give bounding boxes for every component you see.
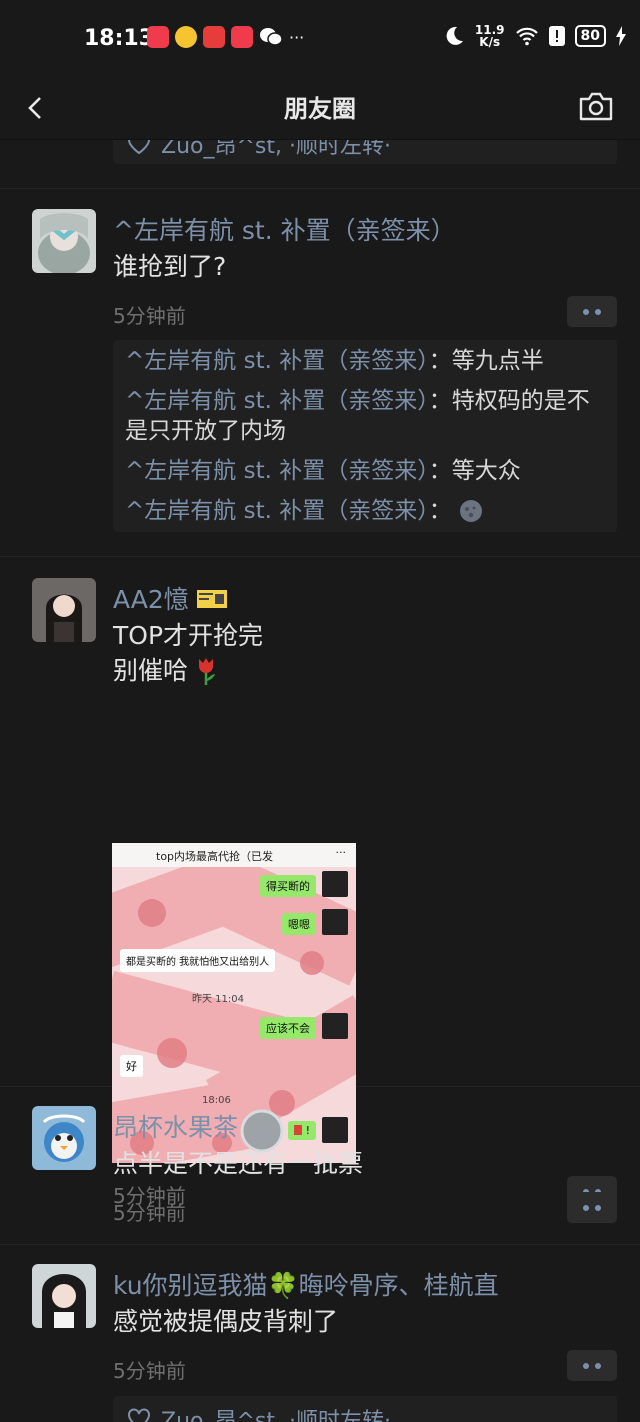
- moon-icon: [446, 26, 463, 45]
- page-title: 朋友圈: [284, 95, 356, 123]
- chat-avatar: [322, 909, 348, 935]
- chat-avatar: [322, 871, 348, 897]
- likes-names[interactable]: Zuo_昂^st, ·顺时左转·: [161, 140, 391, 160]
- post-time: 5分钟前: [113, 304, 186, 328]
- net-speed-unit: K/s: [479, 35, 501, 49]
- chat-bubble-received: 好: [120, 1055, 143, 1077]
- chat-avatar: [322, 1013, 348, 1039]
- moment-post: ku你别逗我猫🍀晦呤骨序、桂航直 感觉被提偶皮背刺了 5分钟前 Zuo_昂^st…: [0, 1245, 640, 1422]
- moments-feed[interactable]: Zuo_昂^st, ·顺时左转· ^左岸有航 st. 补置（亲签来） 谁抢到了?…: [0, 140, 640, 1422]
- chat-bubble-sent: 应该不会: [260, 1017, 316, 1039]
- post-text: 点半是不是还有一批票: [113, 1149, 364, 1178]
- xiaohongshu-icon: [147, 26, 169, 48]
- status-bar: 18:13 ··· 11.9 K/s 80: [0, 0, 640, 78]
- alert-icon: [548, 26, 565, 46]
- ticket-icon: [196, 590, 227, 608]
- post-author[interactable]: ^左岸有航 st. 补置（亲签来）: [113, 211, 456, 247]
- huawei-icon: [203, 26, 225, 48]
- wechat-icon: [260, 28, 283, 46]
- post-text-line: TOP才开抢完: [113, 621, 264, 650]
- comment-text: ：等大众: [428, 458, 521, 484]
- post-author[interactable]: AA2憶: [113, 580, 227, 616]
- post-action-button[interactable]: [567, 1350, 617, 1381]
- status-time: 18:13: [84, 26, 155, 51]
- wifi-icon: [515, 27, 538, 46]
- comment-author[interactable]: ^左岸有航 st. 补置（亲签来）: [125, 348, 429, 374]
- comment-text: ：等九点半: [428, 348, 544, 374]
- post-action-button[interactable]: [567, 1192, 617, 1223]
- comments-box: ^左岸有航 st. 补置（亲签来）：等九点半 ^左岸有航 st. 补置（亲签来）…: [113, 340, 617, 532]
- chat-title-bar: top内场最高代抢（已发 ···: [112, 843, 356, 867]
- chat-menu: ···: [335, 846, 347, 859]
- avatar[interactable]: [32, 1264, 96, 1328]
- avatar[interactable]: [32, 209, 96, 273]
- notification-icons: ···: [147, 26, 304, 48]
- moment-post: ^左岸有航 st. 补置（亲签来） 谁抢到了? 5分钟前 ^左岸有航 st. 补…: [0, 189, 640, 557]
- post-text-content: 别催哈: [113, 656, 189, 685]
- comment[interactable]: ^左岸有航 st. 补置（亲签来）：特权码的是不是只开放了内场: [113, 386, 617, 446]
- xiaohongshu-icon-2: [231, 26, 253, 48]
- post-text: TOP才开抢完 别催哈: [113, 618, 263, 688]
- avatar[interactable]: [32, 1106, 96, 1170]
- comment-text: ：: [428, 498, 452, 524]
- heart-icon: [128, 1408, 150, 1422]
- post-text-line: 别催哈: [113, 653, 263, 688]
- tulip-emoji-icon: [198, 658, 215, 685]
- chat-bubble-sent: 嗯嗯: [282, 913, 316, 935]
- camera-button[interactable]: [578, 88, 614, 124]
- post-text: 感觉被提偶皮背刺了: [113, 1307, 339, 1336]
- moon-emoji-icon: [460, 500, 483, 522]
- likes-box-partial: Zuo_昂^st, ·顺时左转·: [113, 140, 617, 164]
- chat-bubble-sent: 得买断的: [260, 875, 316, 897]
- comment[interactable]: ^左岸有航 st. 补置（亲签来）：等大众: [113, 456, 617, 486]
- comment-author[interactable]: ^左岸有航 st. 补置（亲签来）: [125, 458, 429, 484]
- post-author-name[interactable]: AA2憶: [113, 585, 189, 614]
- comment[interactable]: ^左岸有航 st. 补置（亲签来）：: [113, 496, 617, 526]
- post-author[interactable]: 昂杯水果茶: [113, 1108, 238, 1144]
- net-speed: 11.9 K/s: [475, 24, 505, 48]
- battery-indicator: 80: [574, 25, 606, 47]
- likes-names[interactable]: Zuo_昂^st, ·顺时左转·: [161, 1403, 391, 1422]
- post-text: 谁抢到了?: [113, 252, 227, 281]
- status-right: 11.9 K/s 80: [443, 24, 626, 48]
- chat-bubble-received: 都是买断的 我就怕他又出给别人: [120, 949, 276, 972]
- avatar[interactable]: [32, 578, 96, 642]
- post-action-button[interactable]: [567, 296, 617, 327]
- heart-icon: [128, 140, 150, 155]
- likes-box: Zuo_昂^st, ·顺时左转·: [113, 1396, 617, 1422]
- moment-post: AA2憶 TOP才开抢完 别催哈 top内场最高代抢（已发 ··· 得买断的 嗯…: [0, 558, 640, 1208]
- more-notifications: ···: [289, 27, 305, 47]
- comment-author[interactable]: ^左岸有航 st. 补置（亲签来）: [125, 498, 429, 524]
- post-time: 5分钟前: [113, 1359, 186, 1383]
- comment-author[interactable]: ^左岸有航 st. 补置（亲签来）: [125, 388, 429, 414]
- chat-timestamp: 昨天 11:04: [192, 994, 244, 1005]
- title-bar: 朋友圈: [0, 78, 640, 140]
- weibo-icon: [175, 26, 197, 48]
- moment-post: 昂杯水果茶 点半是不是还有一批票 5分钟前: [0, 1087, 640, 1245]
- post-time: 5分钟前: [113, 1201, 186, 1225]
- charging-icon: [616, 26, 626, 46]
- chat-title: top内场最高代抢（已发: [156, 850, 274, 863]
- comment[interactable]: ^左岸有航 st. 补置（亲签来）：等九点半: [113, 346, 617, 376]
- post-author[interactable]: ku你别逗我猫🍀晦呤骨序、桂航直: [113, 1266, 499, 1302]
